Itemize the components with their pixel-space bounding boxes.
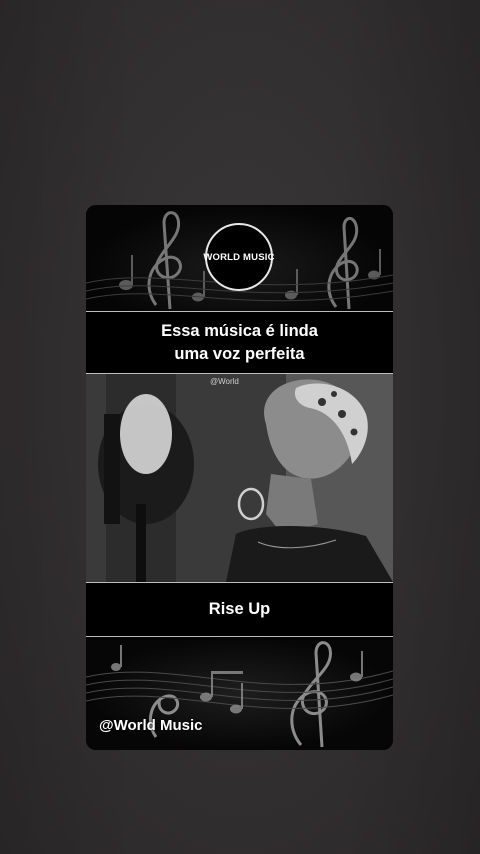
logo-text: WORLD MUSIC bbox=[203, 251, 275, 263]
photo-watermark: @World bbox=[210, 377, 239, 386]
caption-band: Essa música é linda uma voz perfeita bbox=[86, 311, 393, 374]
song-title: Rise Up bbox=[208, 600, 271, 618]
caption-line-1: Essa música é linda bbox=[161, 321, 318, 340]
top-decoration: WORLD MUSIC bbox=[86, 205, 393, 311]
singer-photo: @World bbox=[86, 374, 393, 582]
story-card[interactable]: WORLD MUSIC Essa música é linda uma voz … bbox=[86, 205, 393, 750]
caption-line-2: uma voz perfeita bbox=[174, 344, 305, 363]
creator-handle: @World Music bbox=[99, 717, 203, 734]
world-music-logo: WORLD MUSIC bbox=[203, 223, 275, 291]
song-title-band: Rise Up bbox=[86, 582, 393, 637]
bottom-decoration: @World Music bbox=[86, 637, 393, 750]
